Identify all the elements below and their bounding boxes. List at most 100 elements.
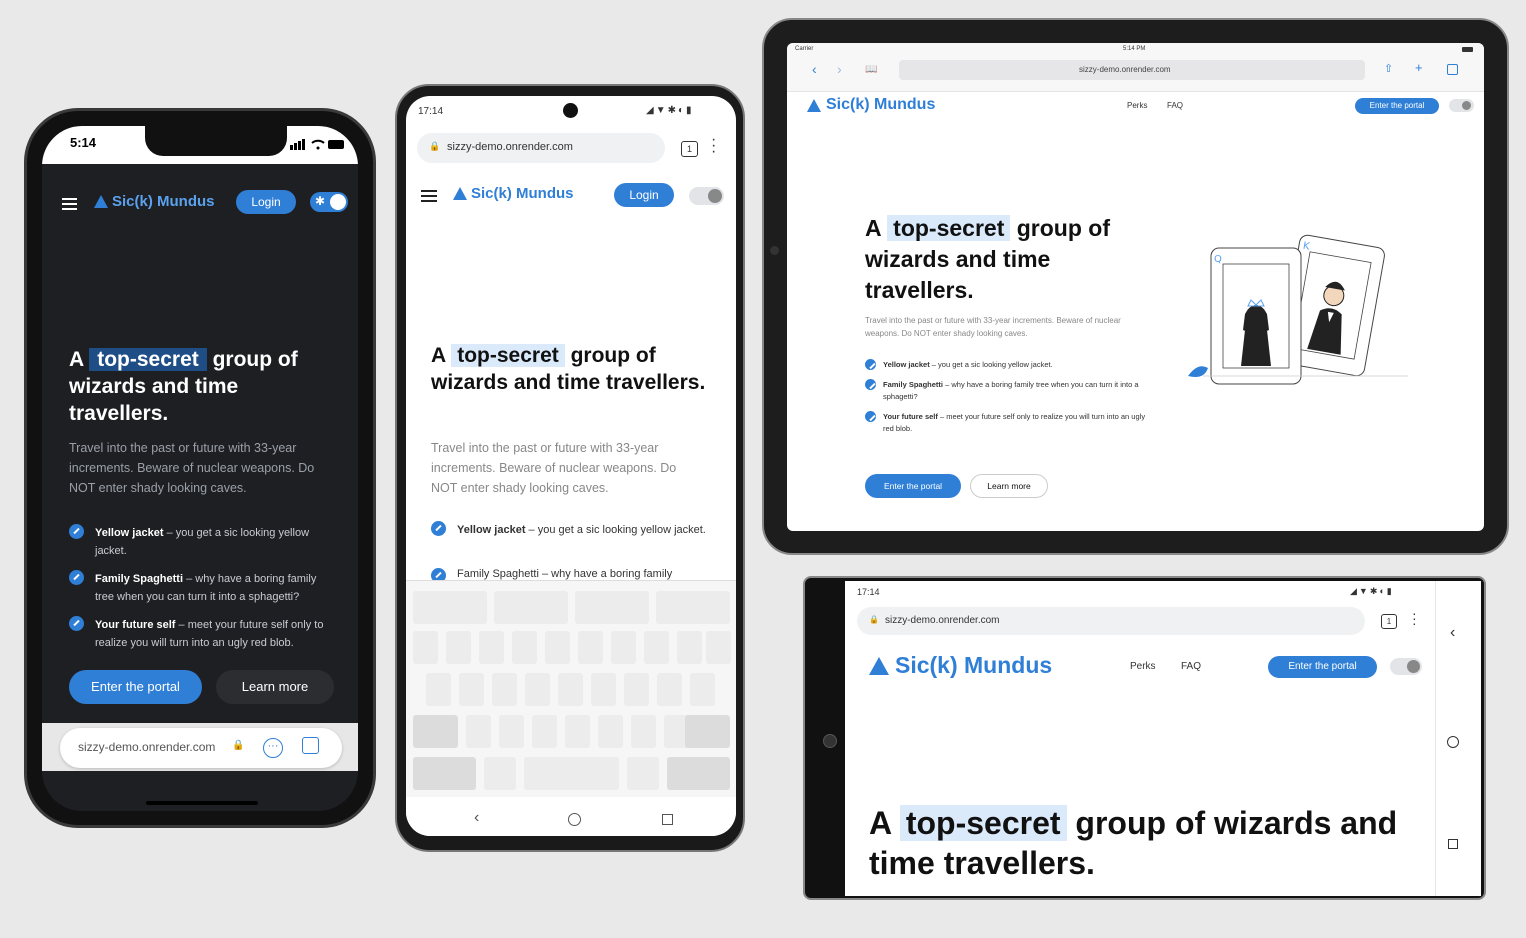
url-text: sizzy-demo.onrender.com [885, 615, 1000, 626]
android-landscape-device: 17:14 ◢▼✱◐▮ 🔒 sizzy-demo.onrender.com 1 … [803, 576, 1486, 900]
brand-logo[interactable]: Sic(k) Mundus [453, 185, 574, 202]
nav-faq[interactable]: FAQ [1167, 101, 1183, 110]
playing-cards-illustration: K Q [1183, 226, 1413, 396]
android-nav-bar: ‹ [406, 806, 736, 836]
status-icons: ◢▼✱◐▮ [1350, 586, 1394, 596]
brand-name: Sic(k) Mundus [471, 185, 574, 202]
feature-item: Family Spaghetti – why have a boring fam… [865, 379, 1147, 403]
notch [145, 126, 287, 156]
check-icon [431, 521, 446, 536]
enter-portal-nav-button[interactable]: Enter the portal [1268, 656, 1377, 678]
keyboard[interactable] [406, 580, 736, 797]
sun-icon: ✱ [315, 194, 326, 208]
login-button[interactable]: Login [236, 190, 296, 214]
brand-logo[interactable]: Sic(k) Mundus [94, 193, 215, 210]
learn-more-button[interactable]: Learn more [216, 670, 334, 704]
camera-hole [563, 103, 578, 118]
new-tab-icon[interactable]: + [1415, 60, 1423, 75]
brand-name: Sic(k) Mundus [826, 96, 936, 113]
back-icon[interactable]: ‹ [812, 61, 817, 77]
home-indicator [146, 801, 258, 805]
signal-icon [290, 137, 346, 155]
forward-icon[interactable]: › [837, 61, 842, 77]
theme-toggle[interactable] [689, 187, 724, 205]
back-icon[interactable]: ‹ [1450, 624, 1455, 642]
feature-list: Yellow jacket – you get a sic looking ye… [69, 524, 337, 652]
landscape-camera [823, 734, 837, 748]
theme-toggle[interactable] [1449, 99, 1474, 112]
ipad-device: Carrier 5:14 PM ‹ › 📖 sizzy-demo.onrende… [762, 18, 1509, 555]
android-screen: 17:14 ◢▼✱◐▮ 🔒 sizzy-demo.onrender.com 1 … [406, 96, 736, 836]
home-icon[interactable] [568, 813, 581, 826]
url-text: sizzy-demo.onrender.com [447, 141, 573, 153]
status-time: 17:14 [418, 106, 444, 117]
status-icons: ◢▼✱◐▮ [646, 105, 694, 116]
check-icon [865, 359, 876, 370]
theme-toggle[interactable] [1390, 658, 1422, 675]
more-icon[interactable]: ··· [263, 738, 283, 758]
status-time: 17:14 [857, 587, 880, 597]
feature-item: Your future self – meet your future self… [865, 411, 1147, 435]
recents-icon[interactable] [1448, 839, 1458, 849]
home-icon[interactable] [1447, 736, 1459, 748]
enter-portal-button[interactable]: Enter the portal [865, 474, 961, 498]
overflow-menu-icon[interactable]: · · · [711, 132, 716, 160]
logo-icon [869, 656, 889, 675]
overflow-menu-icon[interactable]: · · · [1412, 606, 1417, 630]
hamburger-menu-icon[interactable] [421, 187, 437, 205]
url-bar[interactable]: sizzy-demo.onrender.com [899, 60, 1365, 80]
nav-perks[interactable]: Perks [1130, 661, 1156, 672]
hero-heading: A top-secret group of wizards and time t… [69, 348, 298, 425]
hamburger-menu-icon[interactable] [62, 195, 77, 213]
nav-perks[interactable]: Perks [1127, 101, 1147, 110]
feature-item: Yellow jacket – you get a sic looking ye… [69, 524, 337, 560]
recents-icon[interactable] [662, 814, 673, 825]
android-side-nav: ‹ [1435, 581, 1481, 896]
tabs-icon[interactable] [1447, 64, 1458, 75]
brand-logo[interactable]: Sic(k) Mundus [807, 96, 935, 114]
url-bar[interactable]: 🔒 sizzy-demo.onrender.com [417, 133, 665, 163]
hero-intro: Travel into the past or future with 33-y… [69, 441, 315, 495]
feature-item: Yellow jacket – you get a sic looking ye… [431, 521, 706, 539]
hero-intro: Travel into the past or future with 33-y… [431, 441, 677, 495]
url-bar[interactable]: 🔒 sizzy-demo.onrender.com [857, 607, 1365, 635]
ipad-camera [770, 246, 779, 255]
theme-toggle[interactable]: ✱ [310, 192, 348, 212]
url-bar[interactable]: sizzy-demo.onrender.com 🔒 ··· [60, 728, 342, 768]
lock-icon: 🔒 [869, 615, 879, 624]
share-icon[interactable]: ⇧ [1384, 62, 1393, 75]
hero-heading: A top-secret group of wizards and time t… [865, 215, 1110, 303]
check-icon [69, 616, 84, 631]
url-text: sizzy-demo.onrender.com [1079, 65, 1171, 74]
brand-logo[interactable]: Sic(k) Mundus [869, 652, 1052, 679]
hero-intro: Travel into the past or future with 33-y… [865, 316, 1121, 338]
lock-icon: 🔒 [232, 740, 245, 751]
nav-faq[interactable]: FAQ [1181, 661, 1201, 672]
landscape-screen: 17:14 ◢▼✱◐▮ 🔒 sizzy-demo.onrender.com 1 … [845, 581, 1481, 896]
feature-item: Yellow jacket – you get a sic looking ye… [865, 359, 1147, 371]
battery-icon [1462, 47, 1473, 52]
logo-icon [94, 195, 108, 208]
iphone-screen: 5:14 Sic(k) Mundus Login ✱ A top-secret … [42, 126, 358, 811]
enter-portal-button[interactable]: Enter the portal [69, 670, 202, 704]
lock-icon: 🔒 [429, 141, 441, 151]
login-button[interactable]: Login [614, 183, 674, 207]
iphone-device: 5:14 Sic(k) Mundus Login ✱ A top-secret … [24, 108, 376, 828]
learn-more-button[interactable]: Learn more [970, 474, 1048, 498]
hero-heading: A top-secret group of wizards and time t… [869, 805, 1398, 881]
logo-icon [453, 187, 467, 200]
brand-name: Sic(k) Mundus [895, 652, 1053, 678]
check-icon [69, 570, 84, 585]
tab-count-button[interactable]: 1 [681, 141, 698, 157]
tabs-icon[interactable] [302, 737, 319, 754]
back-icon[interactable]: ‹ [474, 809, 479, 827]
tab-count-button[interactable]: 1 [1381, 614, 1397, 629]
check-icon [865, 379, 876, 390]
enter-portal-nav-button[interactable]: Enter the portal [1355, 98, 1439, 114]
android-device: 17:14 ◢▼✱◐▮ 🔒 sizzy-demo.onrender.com 1 … [395, 84, 745, 852]
status-carrier: Carrier [795, 46, 814, 52]
brand-name: Sic(k) Mundus [112, 193, 215, 210]
bookmarks-icon[interactable]: 📖 [865, 64, 877, 75]
ipad-screen: Carrier 5:14 PM ‹ › 📖 sizzy-demo.onrende… [787, 43, 1484, 531]
check-icon [865, 411, 876, 422]
